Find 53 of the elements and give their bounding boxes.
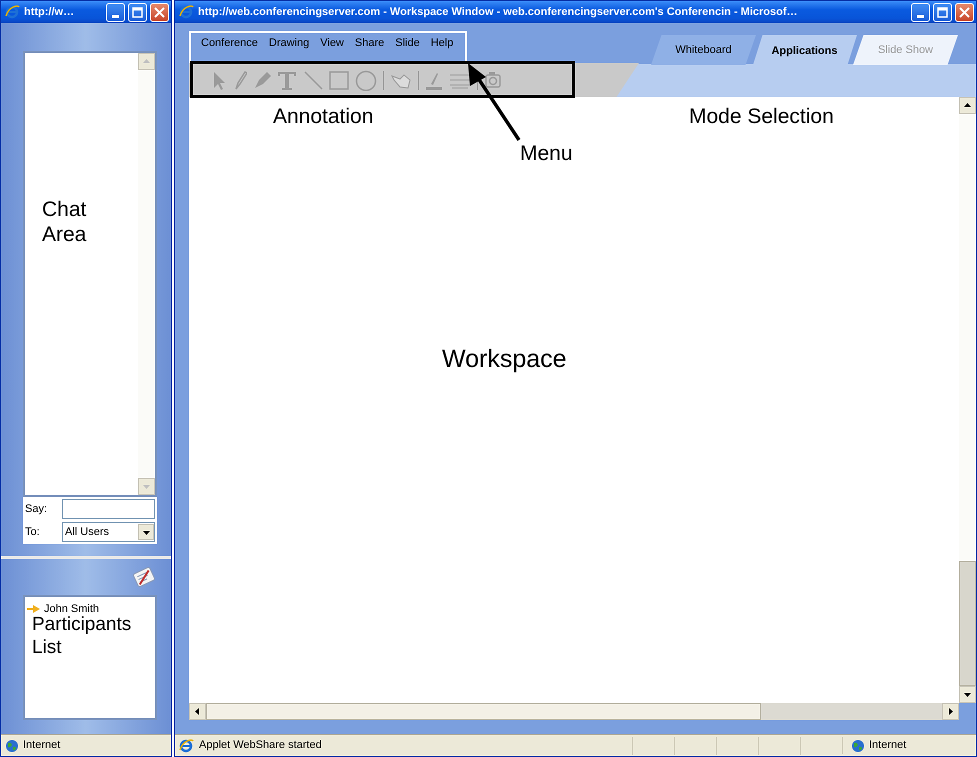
line-tool-icon[interactable] <box>303 70 323 90</box>
maximize-button[interactable] <box>933 2 952 22</box>
annotation-label: Menu <box>520 141 573 167</box>
to-label: To: <box>25 524 41 540</box>
status-zone-text: Internet <box>23 738 60 754</box>
browser-icon <box>5 4 21 20</box>
arrow-icon <box>27 604 41 614</box>
globe-icon <box>5 738 19 752</box>
browser-icon <box>179 4 195 20</box>
maximize-icon <box>937 6 948 18</box>
annotation-label: Workspace <box>442 344 567 375</box>
scroll-up-button[interactable] <box>959 97 976 114</box>
menu-item[interactable]: View <box>320 35 344 51</box>
browser-icon <box>179 738 195 754</box>
scroll-down-button[interactable] <box>959 686 976 703</box>
status-zone-text: Internet <box>869 738 906 754</box>
annotation-label: Chat Area <box>42 197 88 248</box>
close-button[interactable] <box>150 2 169 22</box>
highlighter-icon[interactable] <box>253 70 271 90</box>
text-tool-icon[interactable] <box>277 70 297 90</box>
menu-item[interactable]: Share <box>354 35 384 51</box>
globe-icon <box>851 738 865 752</box>
camera-icon[interactable] <box>484 70 502 90</box>
annotation-label: Mode Selection <box>689 104 834 130</box>
recipient-dropdown[interactable]: All Users <box>62 522 155 542</box>
menu-item[interactable]: Conference <box>201 35 258 51</box>
scroll-right-button[interactable] <box>942 703 959 720</box>
minimize-icon <box>917 15 924 18</box>
say-label: Say: <box>25 502 48 517</box>
menu-item[interactable]: Slide <box>395 35 420 51</box>
close-button[interactable] <box>955 2 974 22</box>
window-title: http://web.conferencingserver.com - Workspace Window - web.conferencingserver.com's Conferencin - Microsof… <box>198 4 798 20</box>
ellipse-tool-icon[interactable] <box>355 70 377 90</box>
maximize-icon <box>132 6 143 18</box>
pencil-icon[interactable] <box>233 70 247 90</box>
scroll-left-button[interactable] <box>189 703 206 720</box>
menu-item[interactable]: Help <box>430 35 454 51</box>
scrollbar-thumb[interactable] <box>959 561 976 686</box>
minimize-icon <box>112 15 119 18</box>
minimize-button[interactable] <box>106 2 125 22</box>
annotation-label: Annotation <box>273 104 374 130</box>
scrollbar-thumb[interactable] <box>206 703 761 720</box>
close-icon <box>154 6 165 18</box>
close-icon <box>959 6 970 18</box>
mode-tab[interactable]: Whiteboard <box>651 35 756 65</box>
rectangle-tool-icon[interactable] <box>329 70 349 90</box>
menu-item[interactable]: Drawing <box>268 35 310 51</box>
status-text: Applet WebShare started <box>199 738 323 754</box>
say-input-field[interactable] <box>62 499 155 519</box>
pointer-icon[interactable] <box>211 70 227 90</box>
window-title: http://w… <box>24 4 76 20</box>
maximize-button[interactable] <box>128 2 147 22</box>
minimize-button[interactable] <box>911 2 930 22</box>
